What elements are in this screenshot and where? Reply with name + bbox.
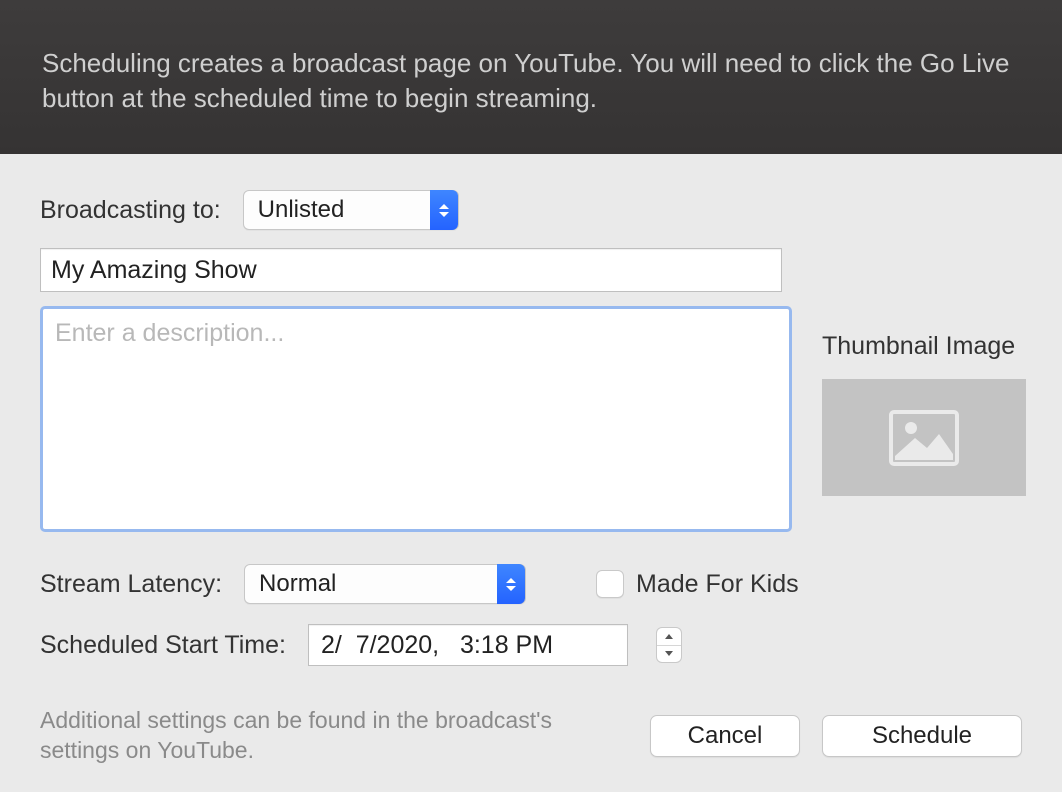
image-placeholder-icon bbox=[889, 410, 959, 466]
stepper-up-icon bbox=[657, 628, 681, 645]
description-field-focus-ring bbox=[40, 306, 792, 532]
form-content: Broadcasting to: Unlisted Thumbnail Imag… bbox=[0, 154, 1062, 792]
description-textarea[interactable] bbox=[45, 311, 787, 527]
header-message: Scheduling creates a broadcast page on Y… bbox=[42, 48, 1009, 113]
made-for-kids-label: Made For Kids bbox=[636, 570, 799, 599]
stepper-down-icon bbox=[657, 645, 681, 663]
footer: Additional settings can be found in the … bbox=[40, 706, 1022, 766]
chevron-updown-icon bbox=[497, 564, 525, 604]
made-for-kids-checkbox[interactable] bbox=[596, 570, 624, 598]
latency-row: Stream Latency: Normal Made For Kids bbox=[40, 564, 1022, 604]
scheduled-time-input[interactable] bbox=[308, 624, 628, 666]
made-for-kids-group: Made For Kids bbox=[596, 570, 799, 599]
latency-select[interactable]: Normal bbox=[244, 564, 526, 604]
broadcasting-select[interactable]: Unlisted bbox=[243, 190, 459, 230]
scheduled-label: Scheduled Start Time: bbox=[40, 631, 286, 660]
broadcasting-label: Broadcasting to: bbox=[40, 196, 221, 225]
time-stepper[interactable] bbox=[656, 627, 682, 663]
thumbnail-section: Thumbnail Image bbox=[822, 332, 1026, 496]
thumbnail-placeholder[interactable] bbox=[822, 379, 1026, 496]
footer-note: Additional settings can be found in the … bbox=[40, 706, 580, 766]
scheduled-row: Scheduled Start Time: bbox=[40, 624, 1022, 666]
broadcasting-value: Unlisted bbox=[258, 196, 345, 224]
schedule-button[interactable]: Schedule bbox=[822, 715, 1022, 757]
title-input[interactable] bbox=[40, 248, 782, 292]
broadcasting-row: Broadcasting to: Unlisted bbox=[40, 190, 1022, 230]
latency-value: Normal bbox=[259, 570, 336, 598]
button-group: Cancel Schedule bbox=[650, 715, 1022, 757]
chevron-updown-icon bbox=[430, 190, 458, 230]
latency-label: Stream Latency: bbox=[40, 570, 222, 599]
cancel-button[interactable]: Cancel bbox=[650, 715, 800, 757]
header-info: Scheduling creates a broadcast page on Y… bbox=[0, 0, 1062, 154]
thumbnail-label: Thumbnail Image bbox=[822, 332, 1026, 361]
